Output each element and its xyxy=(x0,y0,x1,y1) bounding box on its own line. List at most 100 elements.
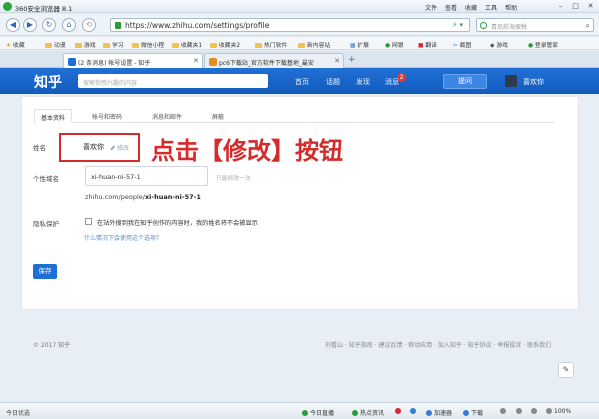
browser-titlebar: 360安全浏览器 8.1 文件 查看 收藏 工具 帮助 – □ ✕ xyxy=(0,0,599,13)
domain-hint: 只能修改一次 xyxy=(216,176,251,182)
zhihu-logo[interactable]: 知乎 xyxy=(34,72,62,92)
new-tab-icon[interactable]: + xyxy=(348,55,356,65)
fav-item[interactable]: 收藏夹2 xyxy=(210,40,240,49)
menu-file[interactable]: 文件 xyxy=(425,3,437,12)
fav-item[interactable]: ● 网银 xyxy=(385,40,404,49)
status-bar: 今日优选 今日直播 热点资讯 加速器 下载 100% xyxy=(0,402,599,419)
fav-item[interactable]: 游戏 xyxy=(75,40,96,49)
cloud-icon xyxy=(410,408,416,414)
status-item[interactable] xyxy=(395,408,403,415)
browser-menu: 文件 查看 收藏 工具 帮助 xyxy=(425,3,517,12)
restore-icon[interactable]: ⟲ xyxy=(82,18,96,32)
address-bar[interactable]: https://www.zhihu.com/settings/profile ⚡… xyxy=(110,18,470,32)
menu-help[interactable]: 帮助 xyxy=(505,3,517,12)
fav-item[interactable]: 收藏夹1 xyxy=(172,40,202,49)
feedback-icon[interactable]: ✎ xyxy=(558,362,574,378)
name-label: 姓名 xyxy=(33,144,46,152)
nav-home[interactable]: 首页 xyxy=(295,77,309,87)
folder-icon xyxy=(103,43,110,48)
browser-search[interactable]: 青岛前海保税 ⌕ xyxy=(476,18,594,32)
status-item[interactable] xyxy=(531,408,539,415)
fav-item[interactable]: ● 登录管家 xyxy=(528,40,558,49)
search-go-icon[interactable]: ⌕ xyxy=(586,21,590,31)
download-icon xyxy=(463,410,469,416)
fav-item[interactable]: ★ 收藏 xyxy=(6,40,25,49)
fav-item[interactable]: 热门软件 xyxy=(255,40,287,49)
key-icon: ● xyxy=(528,43,534,49)
back-icon[interactable]: ◀ xyxy=(6,18,20,32)
forward-icon[interactable]: ▶ xyxy=(23,18,37,32)
edit-name-button[interactable]: 修改 xyxy=(110,143,129,152)
fav-item[interactable]: ▦ 扩展 xyxy=(350,40,369,49)
footer-links[interactable]: 刘看山 · 知乎指南 · 建议反馈 · 移动应用 · 加入知乎 · 知乎协议 ·… xyxy=(325,340,551,349)
minimize-icon[interactable]: – xyxy=(554,1,567,11)
zhihu-search-input[interactable]: 搜索你感兴趣的内容 xyxy=(78,74,268,88)
zhihu-icon xyxy=(68,58,76,66)
refresh-icon[interactable]: ↻ xyxy=(42,18,56,32)
grid-icon: ▦ xyxy=(350,43,356,49)
folder-icon xyxy=(75,43,82,48)
menu-tools[interactable]: 工具 xyxy=(485,3,497,12)
favorites-bar: ★ 收藏 动漫 游戏 学习 微信小程 收藏夹1 收藏夹2 热门软件 新内容站 ▦… xyxy=(0,37,599,50)
status-live[interactable]: 今日直播 xyxy=(302,408,334,417)
save-button[interactable]: 保存 xyxy=(33,264,57,279)
tab-close-icon[interactable]: ✕ xyxy=(334,57,340,65)
tab-pc6[interactable]: pc6下载站_官方软件下载基地_最安 ✕ xyxy=(204,53,344,68)
tab-close-icon[interactable]: ✕ xyxy=(193,57,199,65)
tab-block[interactable]: 屏蔽 xyxy=(206,109,230,123)
home-icon[interactable]: ⌂ xyxy=(62,18,76,32)
fav-item[interactable]: 微信小程 xyxy=(132,40,164,49)
profile-url: zhihu.com/people/xi-huan-ni-57-1 xyxy=(85,193,201,201)
live-icon xyxy=(302,410,308,416)
folder-icon xyxy=(210,43,217,48)
status-accelerator[interactable]: 加速器 xyxy=(426,408,452,417)
maximize-icon[interactable]: □ xyxy=(569,1,582,11)
menu-favorites[interactable]: 收藏 xyxy=(465,3,477,12)
fav-item[interactable]: ✂ 截图 xyxy=(453,40,471,49)
news-icon xyxy=(352,410,358,416)
status-item[interactable] xyxy=(500,408,508,415)
nav-explore[interactable]: 发现 xyxy=(356,77,370,87)
menu-view[interactable]: 查看 xyxy=(445,3,457,12)
rocket-icon xyxy=(426,410,432,416)
avatar[interactable] xyxy=(505,75,517,87)
browser-title: 360安全浏览器 8.1 xyxy=(15,5,73,13)
fav-item[interactable]: 学习 xyxy=(103,40,124,49)
privacy-checkbox[interactable] xyxy=(85,218,92,225)
username-link[interactable]: 喜欢你 xyxy=(523,77,544,87)
tab-messages-email[interactable]: 消息和邮件 xyxy=(146,109,188,123)
fav-item[interactable]: 动漫 xyxy=(45,40,66,49)
window-controls: – □ ✕ xyxy=(554,1,597,11)
settings-panel: 基本资料 帐号和密码 消息和邮件 屏蔽 xyxy=(21,96,579,310)
folder-icon xyxy=(172,43,179,48)
close-icon[interactable]: ✕ xyxy=(584,1,597,11)
name-value: 喜欢你 xyxy=(83,143,104,151)
status-download[interactable]: 下载 xyxy=(463,408,483,417)
domain-input[interactable]: xi-huan-ni-57-1 xyxy=(85,166,208,186)
privacy-label: 隐私保护 xyxy=(33,220,59,228)
fav-item[interactable]: 新内容站 xyxy=(298,40,330,49)
nav-topics[interactable]: 话题 xyxy=(326,77,340,87)
bank-icon: ● xyxy=(385,43,391,49)
mute-icon xyxy=(516,408,522,414)
tab-basic-profile[interactable]: 基本资料 xyxy=(34,109,73,123)
fav-item[interactable]: ■ 翻译 xyxy=(418,40,437,49)
status-item[interactable] xyxy=(410,408,418,415)
status-item[interactable] xyxy=(516,408,524,415)
browser-search-input[interactable]: 青岛前海保税 xyxy=(491,22,527,31)
tab-zhihu-settings[interactable]: (2 条消息) 帐号设置 - 知乎 ✕ xyxy=(63,53,203,68)
privacy-why-link[interactable]: 什么情况下会使用这个选项？ xyxy=(84,233,162,242)
bio-label: 个性域名 xyxy=(33,175,59,183)
folder-icon xyxy=(132,43,139,48)
tab-label: (2 条消息) 帐号设置 - 知乎 xyxy=(78,60,151,67)
lightning-icon[interactable]: ⚡ ▾ xyxy=(452,21,463,29)
address-text[interactable]: https://www.zhihu.com/settings/profile xyxy=(125,21,269,30)
lock-icon xyxy=(115,22,121,29)
fav-item[interactable]: ◆ 游戏 xyxy=(490,40,508,49)
folder-icon xyxy=(255,43,262,48)
ask-button[interactable]: 提问 xyxy=(443,74,487,89)
status-item[interactable]: 100% xyxy=(546,408,571,415)
status-news[interactable]: 热点资讯 xyxy=(352,408,384,417)
tab-account-password[interactable]: 帐号和密码 xyxy=(86,109,128,123)
status-daily-picks[interactable]: 今日优选 xyxy=(6,408,30,417)
